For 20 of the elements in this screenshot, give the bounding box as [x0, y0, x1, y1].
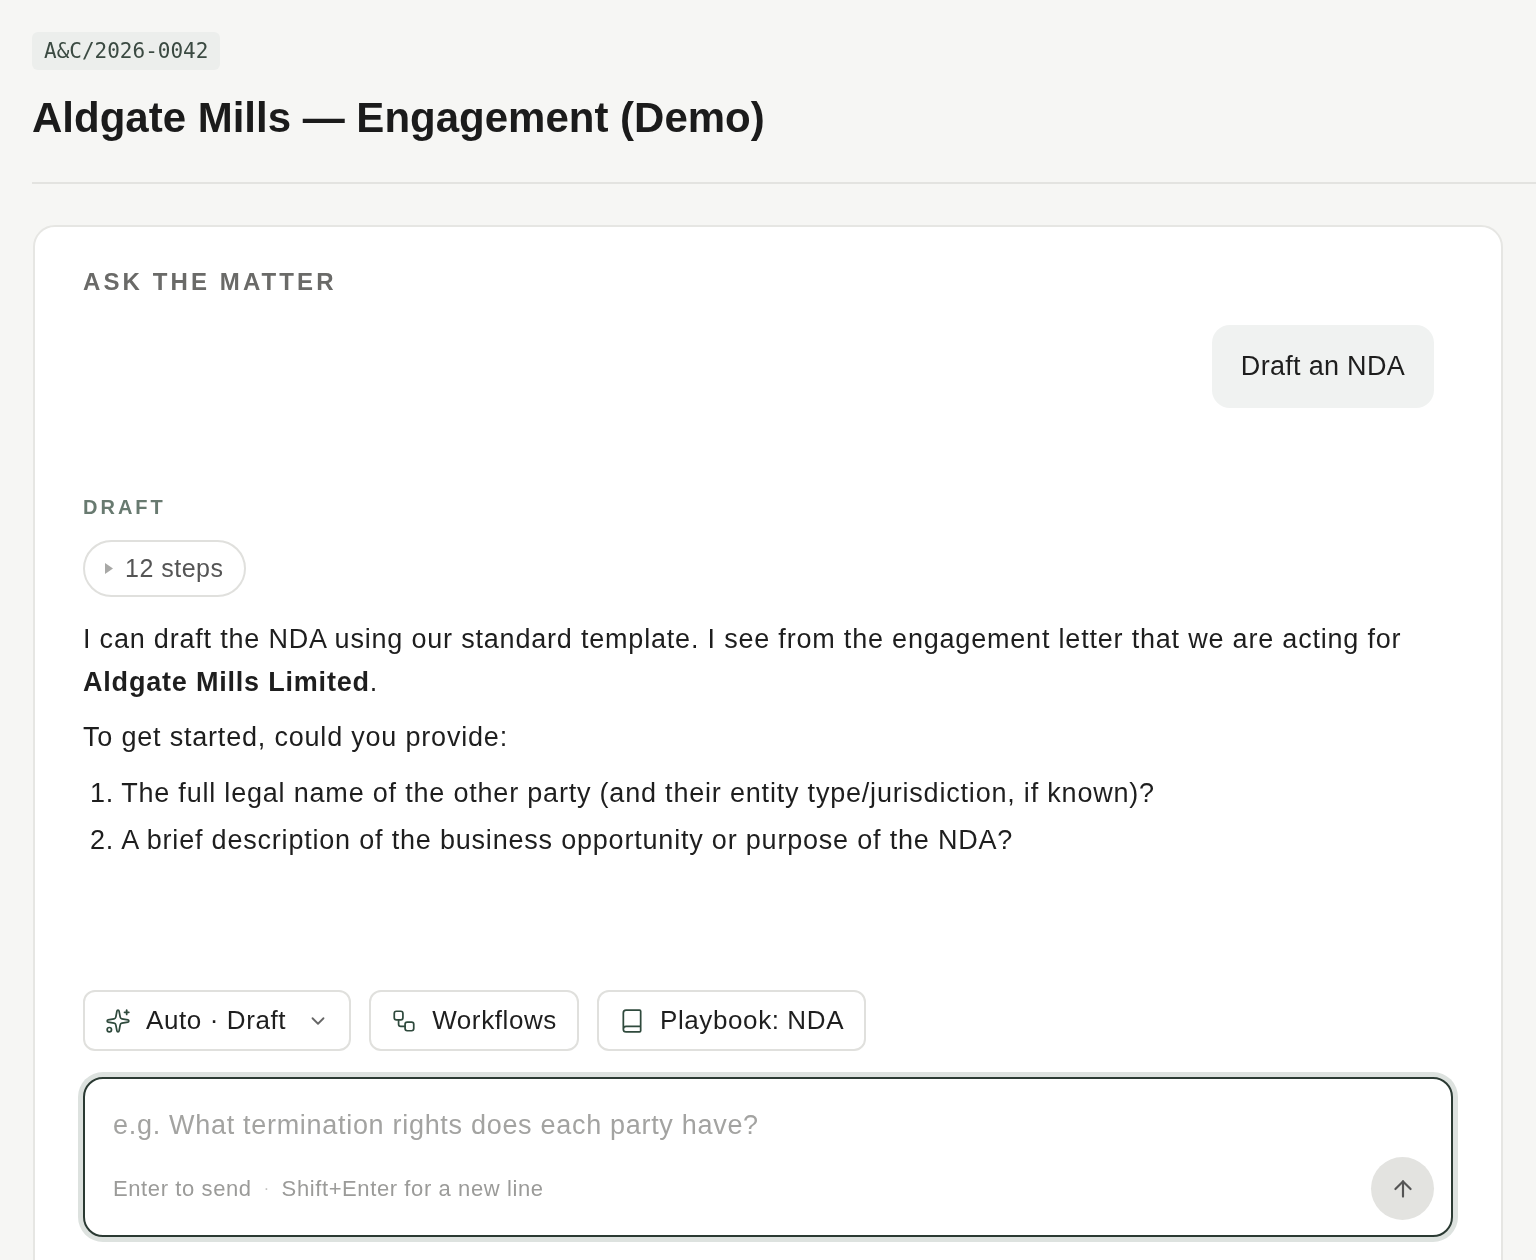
separator-dot: · [263, 1179, 270, 1198]
sparkles-icon [105, 1007, 131, 1034]
message-paragraph: To get started, could you provide: [83, 721, 508, 754]
workflow-icon [391, 1007, 418, 1034]
playbook-button[interactable]: Playbook: NDA [596, 990, 867, 1051]
keyboard-hint: Shift+Enter for a new line [281, 1175, 544, 1202]
user-message-bubble: Draft an NDA [1211, 325, 1434, 408]
list-item-text: A brief description of the business opportunity or purpose of the NDA? [121, 824, 1014, 857]
workflows-button[interactable]: Workflows [369, 990, 579, 1051]
steps-toggle[interactable]: 12 steps [83, 540, 246, 597]
panel-heading: ASK THE MATTER [83, 267, 337, 297]
list-number: 1. [90, 777, 115, 810]
keyboard-hint: Enter to send [113, 1175, 252, 1202]
list-item-text: The full legal name of the other party (and their entity type/jurisdiction, if known)? [121, 777, 1155, 810]
list-number: 2. [90, 824, 115, 857]
message-label: DRAFT [83, 497, 166, 517]
matter-title: Aldgate Mills — Engagement (Demo) [32, 93, 765, 143]
message-paragraph: I can draft the NDA using our standard template. I see from the engagement letter that we are acting for Aldgate Mills Limited. [83, 623, 1403, 699]
matter-reference-tag: A&C/2026-0042 [32, 32, 221, 70]
mode-dropdown[interactable]: Auto · Draft [83, 990, 352, 1051]
